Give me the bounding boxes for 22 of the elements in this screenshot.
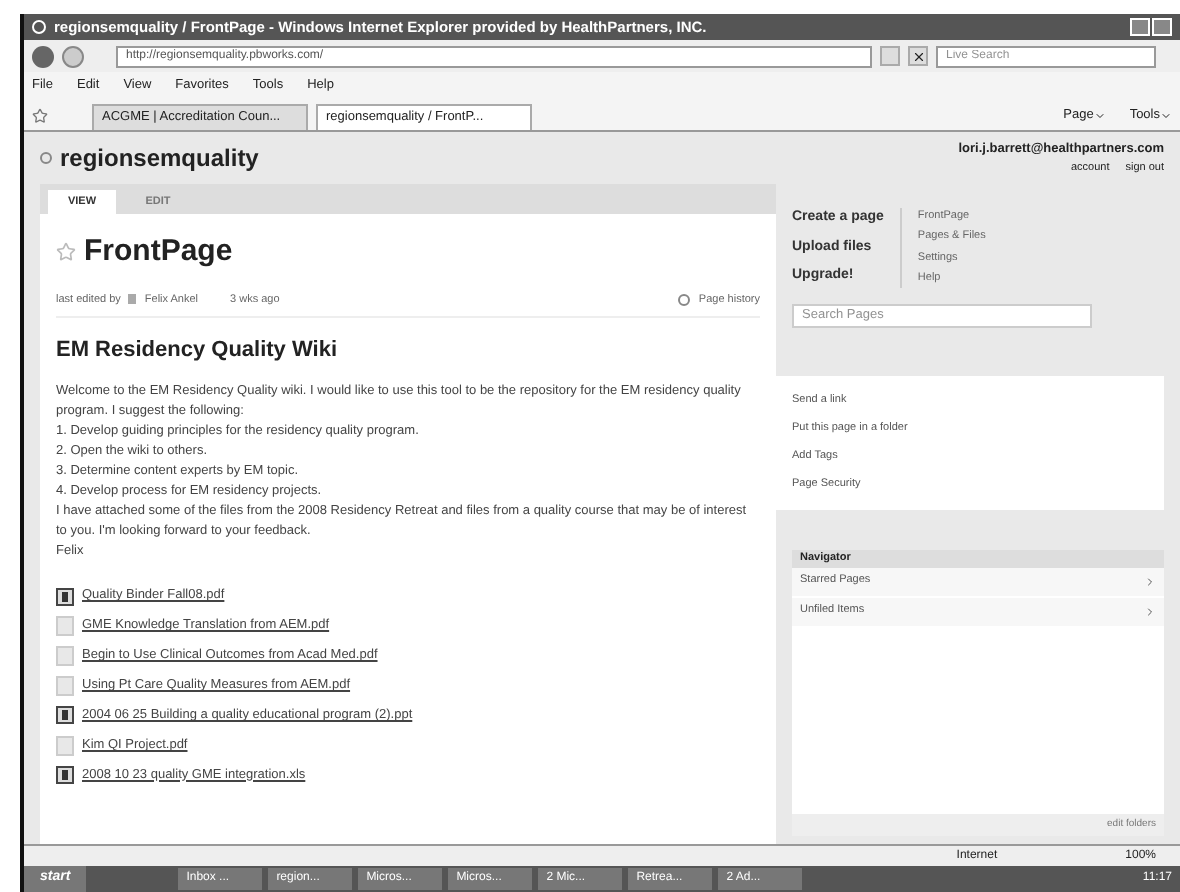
star-icon[interactable]: [56, 242, 76, 263]
page-title: FrontPage: [84, 232, 233, 272]
caret-icon: [1160, 110, 1172, 123]
chevron-icon: [1144, 575, 1156, 587]
star-icon[interactable]: [32, 108, 48, 124]
clock-icon: [678, 293, 691, 306]
unknown-file-icon: [56, 587, 74, 606]
unknown-file-icon: [56, 706, 74, 725]
maximize-button[interactable]: [1152, 18, 1172, 36]
site-name: regionsemquality: [60, 142, 259, 176]
unknown-file-icon: [56, 766, 74, 785]
close-icon: [911, 49, 925, 63]
minimize-button[interactable]: [1130, 18, 1150, 36]
caret-icon: [1093, 110, 1106, 123]
wiki-heading: EM Residency Quality Wiki: [56, 335, 339, 366]
back-button[interactable]: [32, 45, 54, 67]
document-icon: [56, 735, 74, 756]
forward-button[interactable]: [62, 45, 84, 67]
browser-icon: [32, 20, 46, 34]
logo-icon: [40, 152, 52, 164]
chevron-icon: [1144, 605, 1156, 617]
stop-button[interactable]: [908, 46, 928, 66]
